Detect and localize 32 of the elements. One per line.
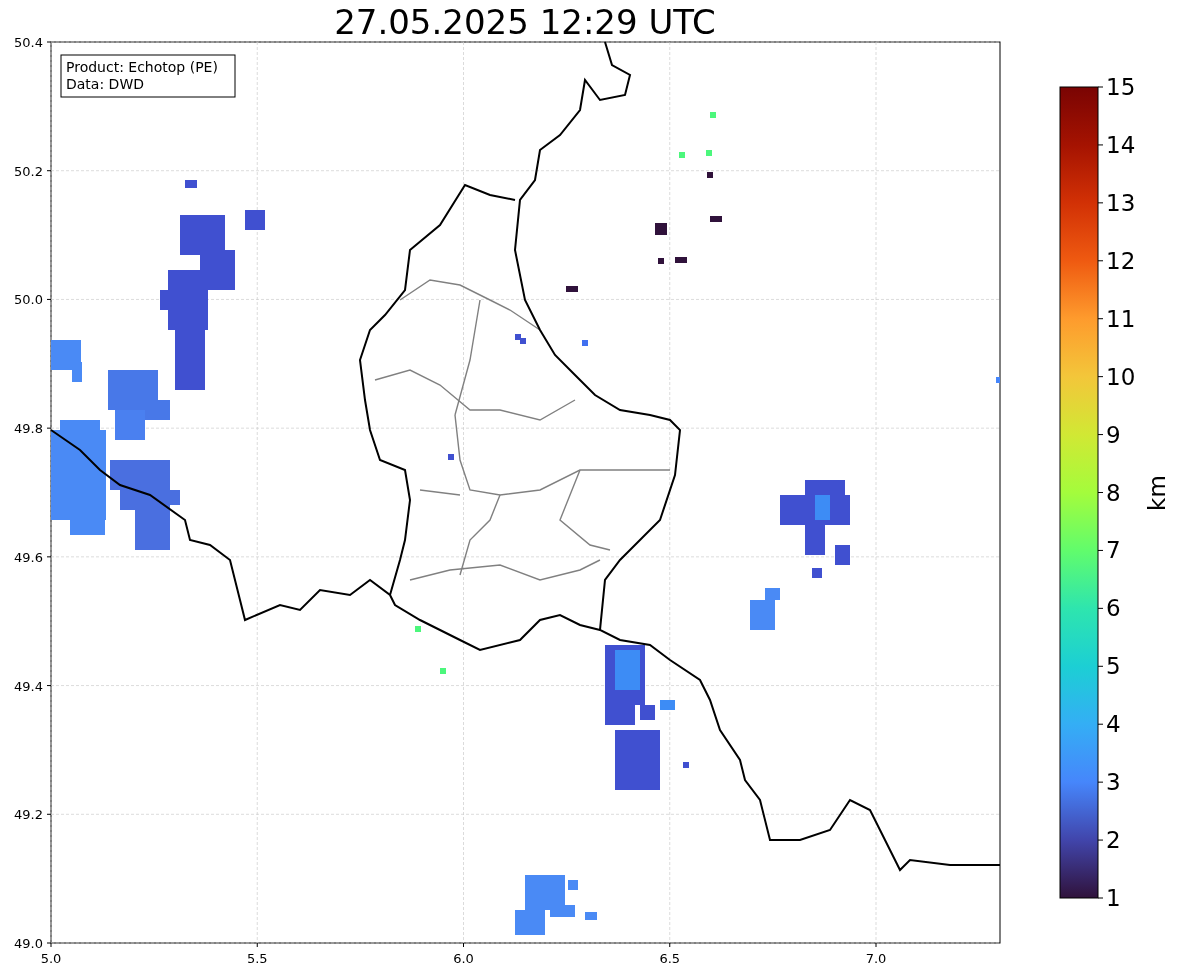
- colorbar-tick-label: 13: [1106, 189, 1136, 216]
- axis-tick-label: 6.0: [453, 951, 474, 966]
- colorbar-label: km: [1144, 475, 1170, 511]
- colorbar-tick-label: 12: [1106, 247, 1136, 274]
- colorbar-tick-label: 10: [1106, 363, 1136, 390]
- plot-title: 27.05.2025 12:29 UTC: [334, 2, 716, 42]
- axis-tick-label: 50.2: [14, 163, 43, 179]
- colorbar-tick-label: 9: [1106, 421, 1121, 448]
- colorbar-tick-label: 4: [1106, 711, 1121, 738]
- colorbar-tick-label: 6: [1106, 595, 1121, 622]
- legend-text: Product: Echotop (PE): [66, 59, 218, 75]
- colorbar-tick-label: 11: [1106, 305, 1136, 332]
- axis-tick-label: 49.8: [14, 421, 43, 437]
- colorbar-tick-label: 3: [1106, 769, 1121, 796]
- colorbar-tick-label: 1: [1106, 885, 1121, 911]
- colorbar-tick-label: 5: [1106, 653, 1121, 680]
- axis-tick-label: 7.0: [865, 951, 887, 966]
- axis-tick-label: 5.5: [246, 951, 268, 966]
- colorbar-tick-label: 8: [1106, 479, 1121, 506]
- axis-tick-label: 49.4: [14, 678, 43, 694]
- colorbar-tick-label: 14: [1106, 131, 1136, 158]
- axis-tick-label: 6.5: [659, 951, 681, 966]
- axis-tick-label: 5.0: [40, 951, 62, 966]
- colorbar-tick-label: 15: [1106, 74, 1136, 100]
- axis-tick-label: 49.6: [14, 549, 43, 565]
- axis-tick-label: 49.2: [14, 807, 43, 823]
- colorbar-tick-label: 7: [1106, 537, 1121, 564]
- axis-tick-label: 50.0: [14, 292, 43, 308]
- axis-tick-label: 50.4: [14, 35, 43, 50]
- axis-tick-label: 49.0: [14, 936, 43, 951]
- colorbar-tick-label: 2: [1106, 827, 1121, 854]
- legend-text: Data: DWD: [66, 76, 144, 92]
